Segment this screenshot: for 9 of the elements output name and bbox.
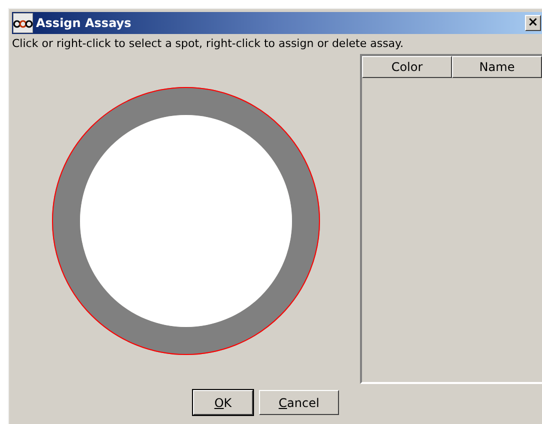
dialog-button[interactable]: Cancel (259, 390, 339, 415)
window-title: Assign Assays (36, 15, 132, 32)
spot-ring-drawing[interactable] (52, 87, 320, 355)
instruction-text: Click or right-click to select a spot, right-click to assign or delete assay. (12, 36, 404, 52)
column-header[interactable]: Name (452, 56, 542, 78)
close-button[interactable]: × (525, 15, 541, 31)
app-icon (13, 13, 33, 33)
dialog-button[interactable]: OK (193, 390, 253, 415)
column-header[interactable]: Color (362, 56, 452, 78)
